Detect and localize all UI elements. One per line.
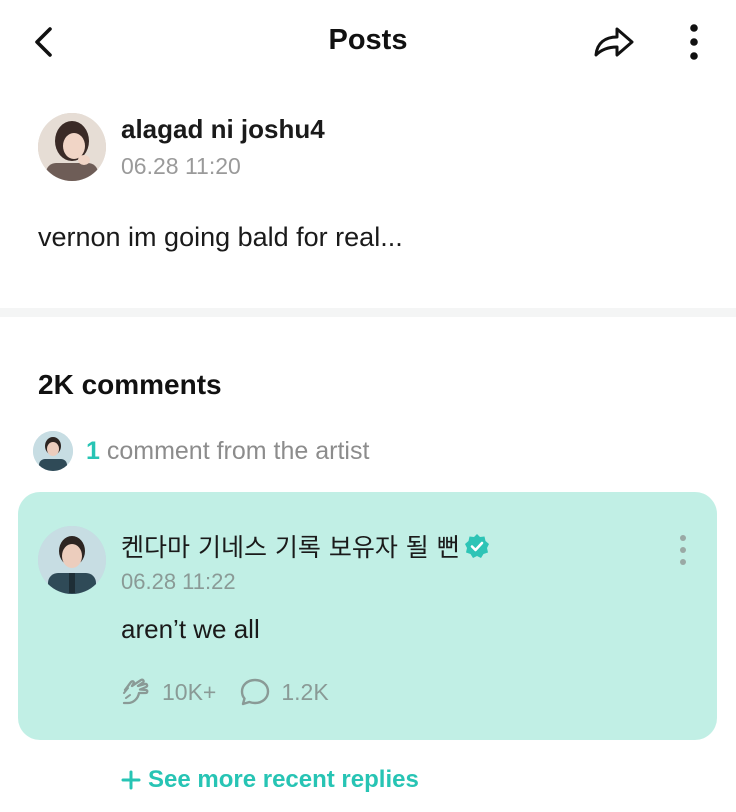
artist-comment-card: 켄다마 기네스 기록 보유자 될 뻔 06.28 11:22 aren’t we… (18, 492, 717, 740)
artist-comment-summary-label: comment from the artist (99, 436, 370, 465)
like-count: 10K+ (162, 678, 217, 705)
like-button[interactable]: 10K+ (119, 676, 216, 708)
artist-comment-timestamp: 06.28 11:22 (121, 569, 236, 594)
artist-avatar-photo-icon (38, 526, 106, 594)
plus-icon (121, 770, 141, 790)
reply-count: 1.2K (281, 678, 329, 705)
share-icon[interactable] (590, 22, 638, 62)
artist-comment-summary-text: 1 comment from the artist (86, 437, 369, 466)
author-avatar[interactable] (38, 113, 106, 181)
post-timestamp: 06.28 11:20 (121, 153, 241, 179)
see-more-replies-label: See more recent replies (148, 766, 419, 793)
artist-photo-icon (33, 431, 73, 471)
artist-comment-count: 1 (86, 436, 100, 465)
artist-avatar[interactable] (38, 526, 106, 594)
comment-actions: 10K+ 1.2K (119, 676, 329, 708)
artist-name-row: 켄다마 기네스 기록 보유자 될 뻔 (121, 528, 490, 564)
artist-comment-summary[interactable]: 1 comment from the artist (33, 430, 369, 472)
artist-name[interactable]: 켄다마 기네스 기록 보유자 될 뻔 (121, 528, 460, 564)
artist-comment-body: aren’t we all (121, 614, 260, 644)
author-name[interactable]: alagad ni joshu4 (121, 114, 325, 145)
comments-count: 2K comments (38, 369, 222, 400)
comment-more-options-icon[interactable] (675, 532, 691, 568)
avatar-photo-icon (38, 113, 106, 181)
speech-bubble-icon (241, 678, 270, 706)
post-body: vernon im going bald for real... (38, 222, 403, 252)
section-divider (0, 308, 736, 317)
more-options-icon[interactable] (684, 20, 704, 64)
pet-hand-icon (122, 678, 149, 705)
reply-button[interactable]: 1.2K (238, 676, 329, 708)
see-more-replies-link[interactable]: See more recent replies (120, 766, 419, 794)
artist-mini-avatar (33, 431, 73, 471)
verified-badge-icon (464, 534, 489, 558)
top-bar: Posts (0, 0, 736, 86)
posts-page: Posts alagad ni joshu4 06.28 11:20 verno… (0, 0, 736, 812)
